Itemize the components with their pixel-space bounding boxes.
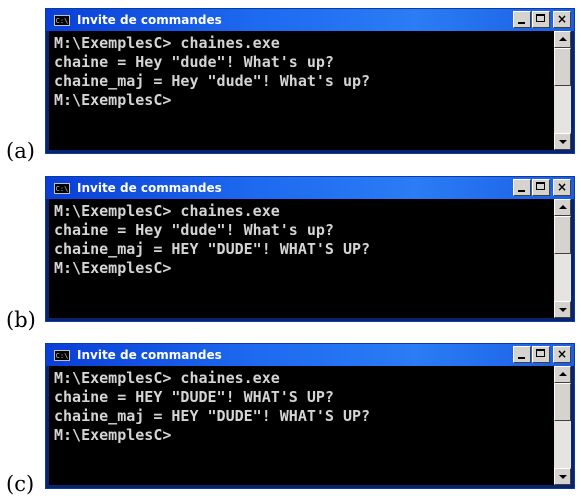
console-line: chaine = HEY "DUDE"! WHAT'S UP?: [54, 388, 334, 406]
maximize-button[interactable]: [532, 179, 550, 196]
maximize-button[interactable]: [532, 11, 550, 28]
console-window-c: C:\ Invite de commandes × M:\ExemplesC> …: [45, 343, 575, 489]
console-output[interactable]: M:\ExemplesC> chaines.exe chaine = HEY "…: [49, 366, 554, 485]
console-line: chaine_maj = Hey "dude"! What's up?: [54, 72, 371, 90]
console-window-a: C:\ Invite de commandes × M:\ExemplesC> …: [45, 8, 575, 154]
scroll-thumb[interactable]: [554, 216, 571, 254]
window-title: Invite de commandes: [77, 348, 222, 362]
scroll-up-button[interactable]: [554, 366, 571, 383]
vertical-scrollbar[interactable]: [554, 199, 571, 318]
console-output[interactable]: M:\ExemplesC> chaines.exe chaine = Hey "…: [49, 199, 554, 318]
title-bar[interactable]: C:\ Invite de commandes ×: [46, 9, 574, 31]
close-button[interactable]: ×: [553, 11, 571, 28]
console-line: M:\ExemplesC> chaines.exe: [54, 34, 280, 52]
console-line: chaine_maj = HEY "DUDE"! WHAT'S UP?: [54, 240, 371, 258]
maximize-button[interactable]: [532, 346, 550, 363]
console-icon: C:\: [54, 349, 70, 361]
minimize-button[interactable]: [513, 11, 531, 28]
console-window-b: C:\ Invite de commandes × M:\ExemplesC> …: [45, 176, 575, 322]
vertical-scrollbar[interactable]: [554, 366, 571, 485]
close-icon: ×: [556, 12, 568, 26]
title-bar[interactable]: C:\ Invite de commandes ×: [46, 177, 574, 199]
console-line: M:\ExemplesC> chaines.exe: [54, 369, 280, 387]
console-line: chaine = Hey "dude"! What's up?: [54, 53, 334, 71]
console-icon: C:\: [54, 182, 70, 194]
console-line: M:\ExemplesC> chaines.exe: [54, 202, 280, 220]
scroll-up-button[interactable]: [554, 31, 571, 48]
close-icon: ×: [556, 347, 568, 361]
console-line: M:\ExemplesC>: [54, 91, 172, 109]
console-output[interactable]: M:\ExemplesC> chaines.exe chaine = Hey "…: [49, 31, 554, 150]
window-title: Invite de commandes: [77, 181, 222, 195]
scroll-down-button[interactable]: [554, 301, 571, 318]
scroll-up-button[interactable]: [554, 199, 571, 216]
close-button[interactable]: ×: [553, 346, 571, 363]
minimize-button[interactable]: [513, 346, 531, 363]
minimize-button[interactable]: [513, 179, 531, 196]
close-icon: ×: [556, 180, 568, 194]
console-line: M:\ExemplesC>: [54, 426, 172, 444]
window-title: Invite de commandes: [77, 13, 222, 27]
vertical-scrollbar[interactable]: [554, 31, 571, 150]
scroll-thumb[interactable]: [554, 48, 571, 86]
console-icon: C:\: [54, 14, 70, 26]
close-button[interactable]: ×: [553, 179, 571, 196]
panel-label-c: (c): [6, 472, 35, 496]
scroll-down-button[interactable]: [554, 133, 571, 150]
console-line: M:\ExemplesC>: [54, 259, 172, 277]
scroll-down-button[interactable]: [554, 468, 571, 485]
console-line: chaine = Hey "dude"! What's up?: [54, 221, 334, 239]
panel-label-b: (b): [6, 308, 36, 332]
title-bar[interactable]: C:\ Invite de commandes ×: [46, 344, 574, 366]
scroll-thumb[interactable]: [554, 383, 571, 421]
panel-label-a: (a): [6, 139, 35, 163]
console-line: chaine_maj = HEY "DUDE"! WHAT'S UP?: [54, 407, 371, 425]
